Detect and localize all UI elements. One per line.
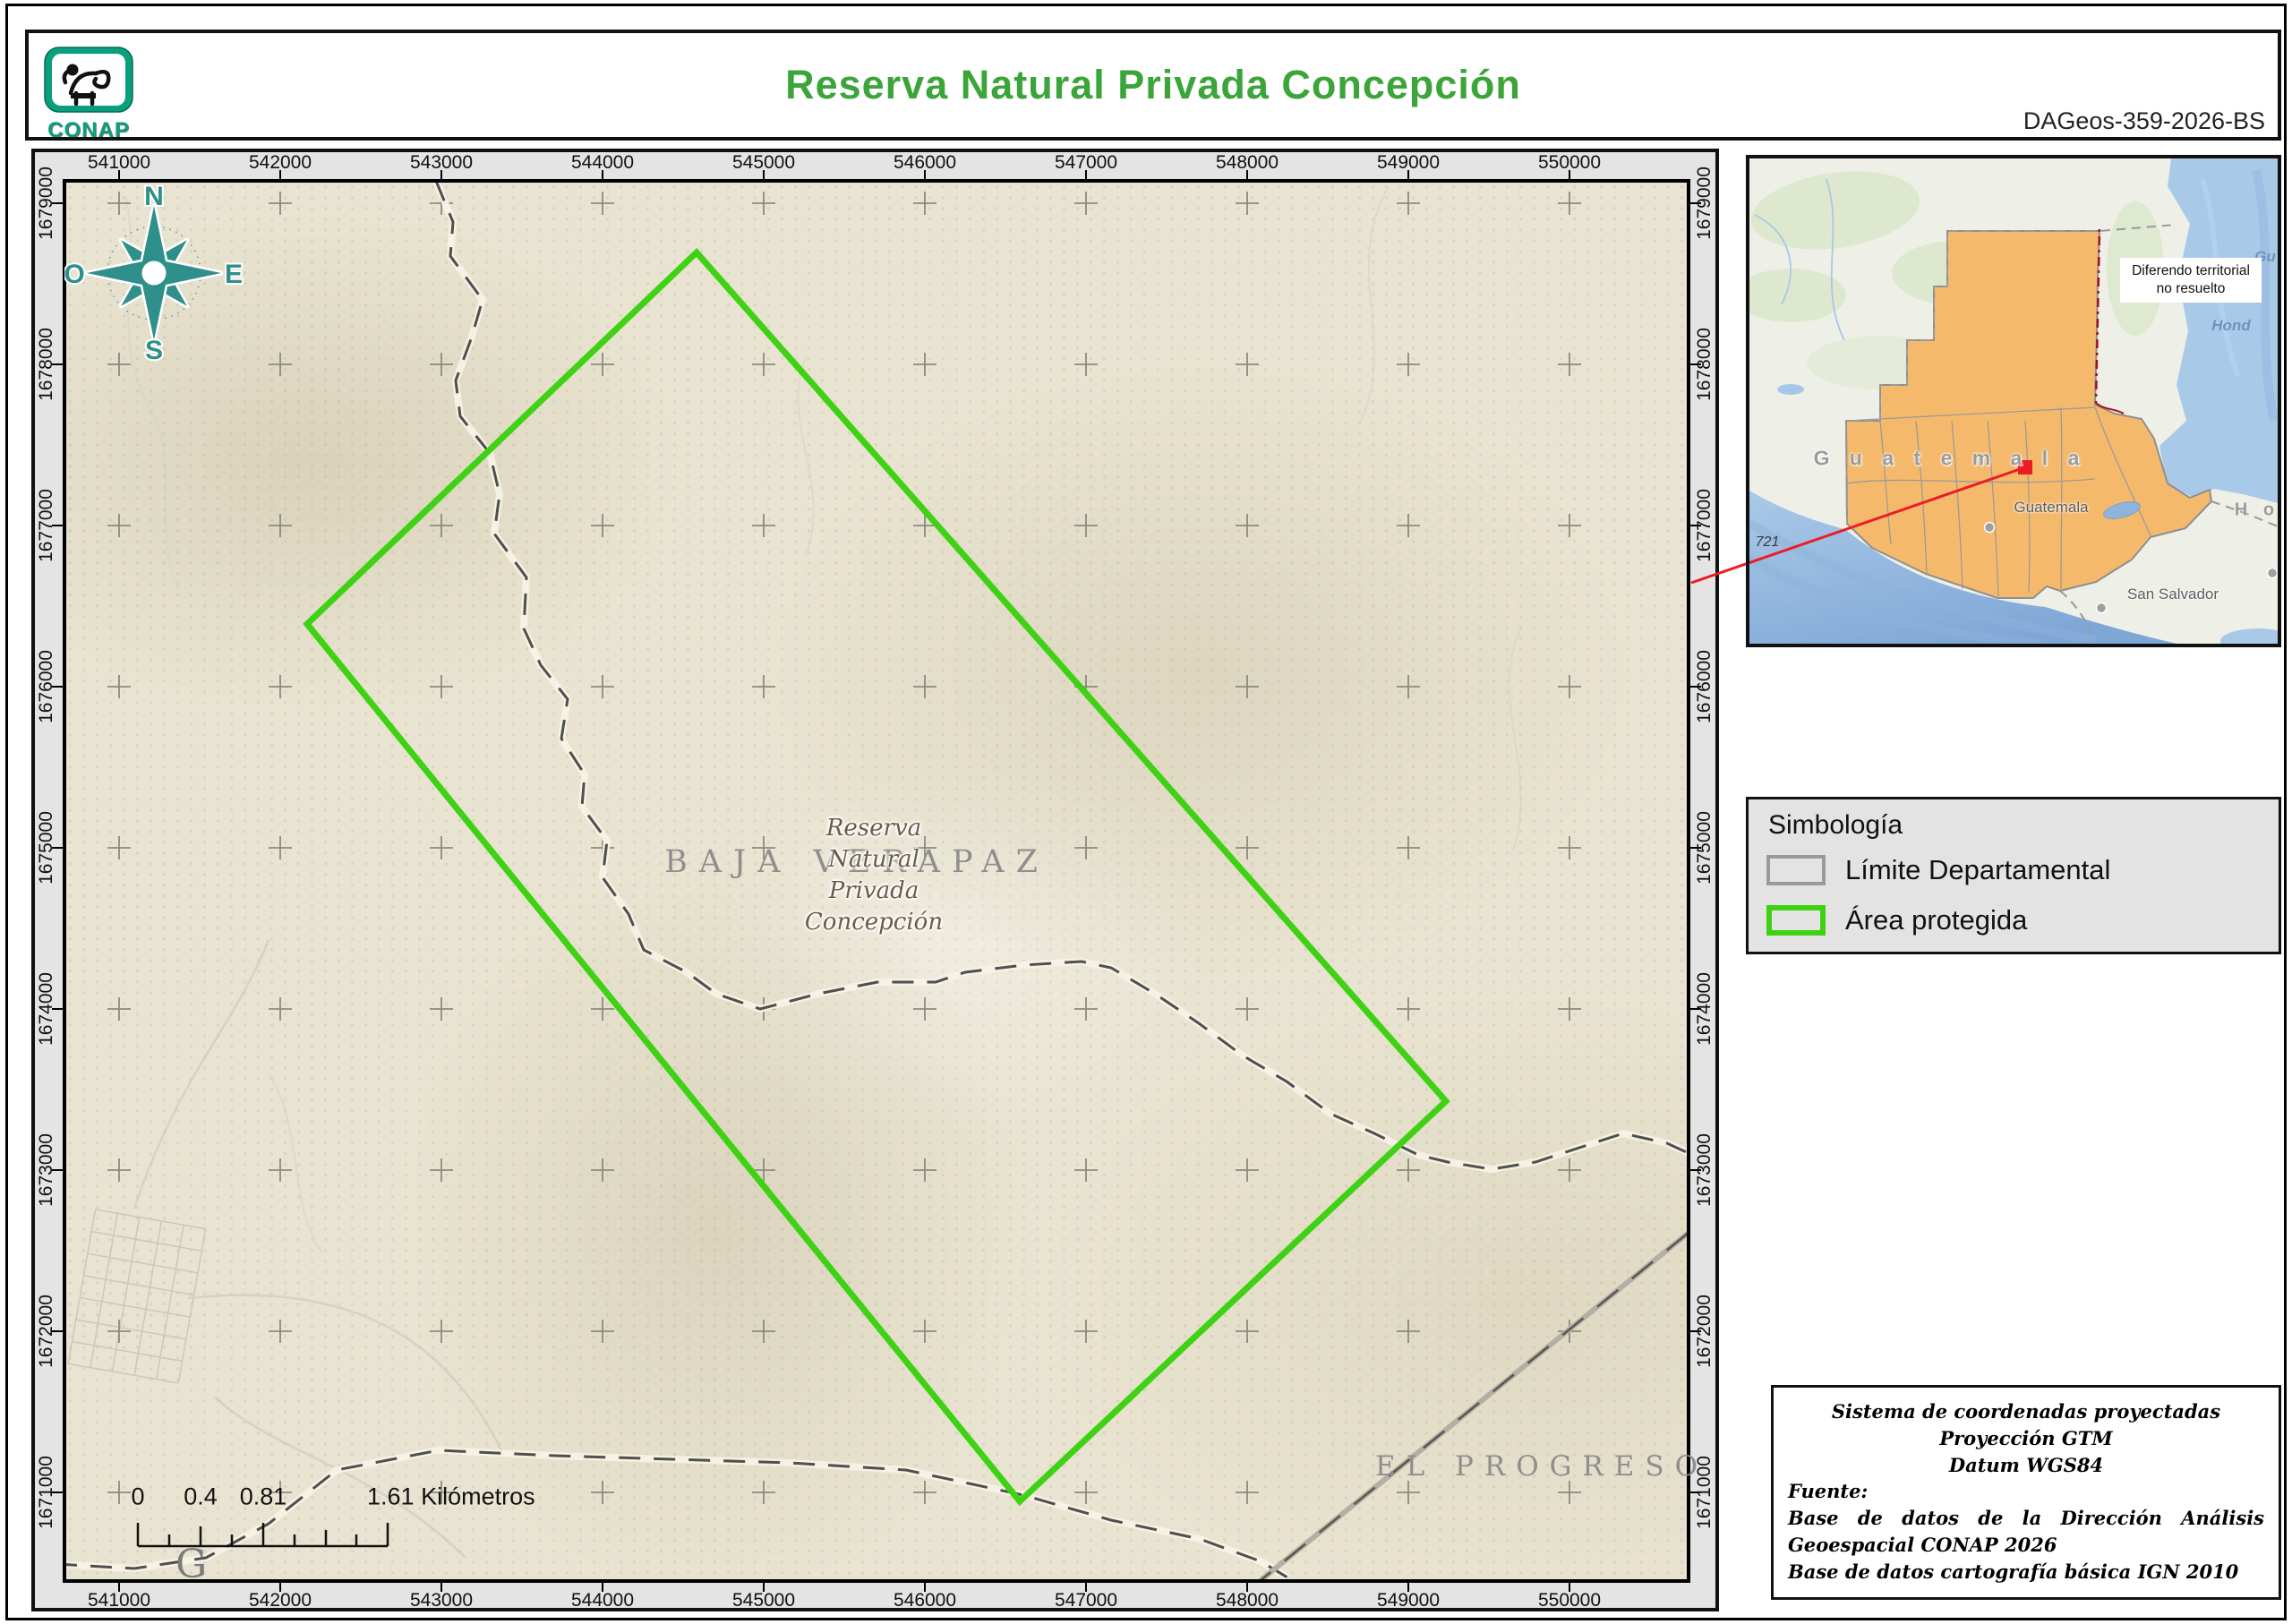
inset-country-label: G u a t e m a l a [1813,446,2087,470]
credits-source-2: Base de datos cartografía básica IGN 201… [1788,1560,2239,1583]
axis-label: 1671000 [36,1456,56,1529]
axis-label: 541000 [87,152,151,173]
reserve-line-4: Concepción [804,909,944,936]
legend-label-protected: Área protegida [1845,904,2028,936]
map-sheet: CONAP Reserva Natural Privada Concepción… [0,0,2292,1624]
credits-projection: Proyección GTM [1939,1426,2113,1449]
axis-label: 550000 [1537,152,1602,173]
conap-logo: CONAP [44,47,133,142]
axis-label: 549000 [1376,1590,1441,1611]
department-label-el-progreso: EL PROGRESO [1374,1450,1709,1483]
axis-label: 550000 [1537,1590,1602,1611]
scalebar-label-end: 1.61 Kilómetros [367,1483,535,1511]
axis-label: 1673000 [36,1133,56,1207]
legend-item-protected: Área protegida [1766,900,2261,941]
page-title: Reserva Natural Privada Concepción [785,62,1521,107]
credits-source-title: Fuente: [1788,1480,1869,1503]
scalebar-label-04: 0.4 [184,1483,218,1510]
axis-label: 1672000 [1694,1295,1715,1368]
reserve-line-2: Natural [828,846,919,873]
legend-label-departmental: Límite Departamental [1845,854,2111,885]
reserve-line-3: Privada [828,877,919,904]
axis-label: 548000 [1215,152,1279,173]
axis-label: 1676000 [1694,650,1715,723]
axis-label: 1672000 [36,1295,56,1368]
axis-label: 543000 [409,1590,474,1611]
credits-crs: Sistema de coordenadas proyectadas [1831,1400,2221,1423]
axis-label: 547000 [1054,1590,1118,1611]
compass-south-label: S [145,336,163,363]
document-code: DAGeos-359-2026-BS [2023,107,2265,134]
protected-area-swatch [1766,905,1826,936]
compass-rose-icon: N E S O [64,184,244,363]
reserve-name-label: Reserva Natural Privada Concepción [805,813,943,938]
departmental-limit-swatch [1766,855,1826,885]
axis-label: 1679000 [1694,167,1715,240]
axis-label: 1675000 [36,811,56,885]
axis-label: 546000 [893,152,957,173]
inset-city-san-salvador-label: San Salvador [2126,585,2219,603]
scale-bar [136,1523,389,1548]
inset-sea-label-hond: Hond [2211,317,2251,334]
axis-label: 544000 [570,152,635,173]
compass-east-label: E [225,260,243,289]
axis-label: 1679000 [36,167,56,240]
axis-label: 548000 [1215,1590,1279,1611]
axis-label: 542000 [248,152,312,173]
credits-datum: Datum WGS84 [1948,1453,2104,1476]
conap-monkey-icon [44,47,133,113]
axis-label: 546000 [893,1590,957,1611]
axis-label: 1673000 [1694,1133,1715,1207]
inset-city-guatemala-label: Guatemala [2014,499,2089,516]
axis-label: 1677000 [1694,489,1715,562]
credits-box: Sistema de coordenadas proyectadas Proye… [1771,1385,2281,1600]
scalebar-unit: Kilómetros [421,1483,535,1510]
axis-label: 1675000 [1694,811,1715,885]
axis-label: 1674000 [36,972,56,1046]
conap-logo-text: CONAP [47,118,130,142]
scalebar-end-value: 1.61 [367,1483,415,1510]
axis-label: 547000 [1054,152,1118,173]
axis-label: 544000 [570,1590,635,1611]
inset-honduras-partial-label: H o [2234,500,2280,520]
compass-west-label: O [64,260,85,289]
axis-label: 1676000 [36,650,56,723]
inset-map-box [1746,155,2281,647]
header: CONAP Reserva Natural Privada Concepción… [25,30,2281,142]
scalebar-label-0: 0 [131,1483,145,1510]
axis-label: 1678000 [36,328,56,401]
legend: Simbología Límite Departamental Área pro… [1746,797,2281,954]
axis-label: 1678000 [1694,328,1715,401]
axis-label: 545000 [731,152,796,173]
inset-road-number-label: 721 [1755,534,1780,550]
axis-label: 1674000 [1694,972,1715,1046]
axis-label: 543000 [409,152,474,173]
legend-item-departmental: Límite Departamental [1766,850,2261,891]
compass-north-label: N [144,184,164,211]
axis-label: 542000 [248,1590,312,1611]
reserve-line-1: Reserva [825,815,922,842]
credits-source-1: Base de datos de la Dirección Análisis G… [1788,1507,2264,1557]
axis-label: 545000 [731,1590,796,1611]
axis-label: 1677000 [36,489,56,562]
scalebar-label-081: 0.81 [239,1483,287,1510]
territorial-note-box: Diferendo territorial no resuelto [2120,258,2262,303]
axis-label: 541000 [87,1590,151,1611]
axis-label: 549000 [1376,152,1441,173]
legend-title: Simbología [1768,810,1903,840]
